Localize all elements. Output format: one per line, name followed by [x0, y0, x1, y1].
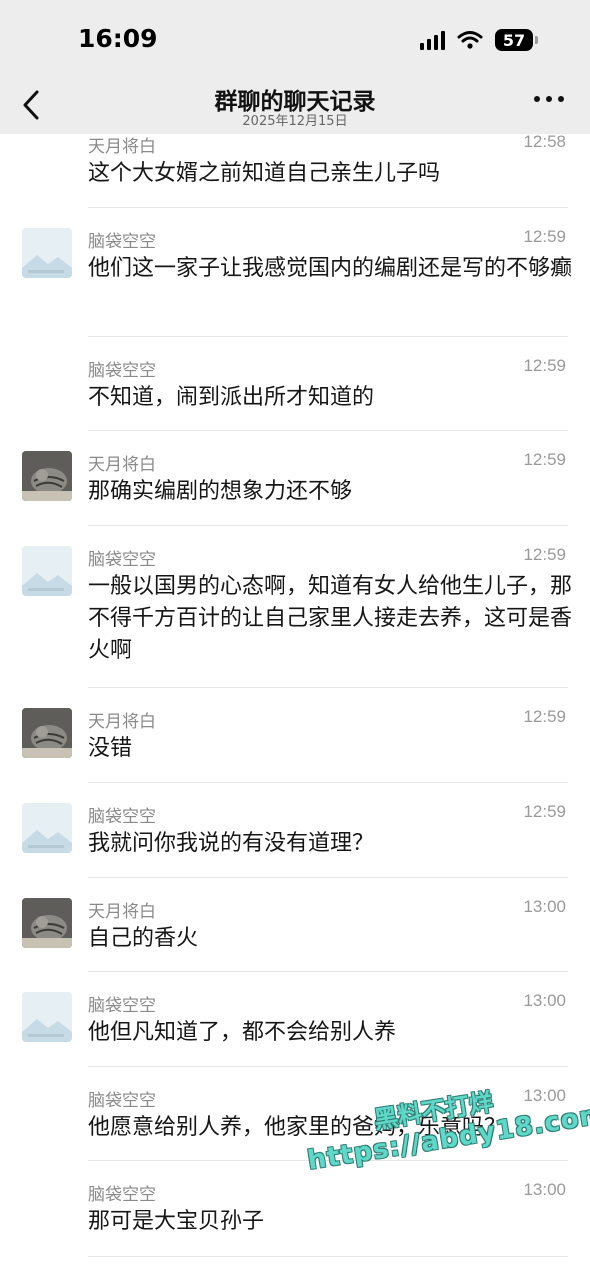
divider	[88, 1066, 568, 1067]
message-text: 我就问你我说的有没有道理？	[88, 831, 375, 856]
message-time: 13:00	[523, 991, 566, 1010]
navigation-bar: 群聊的聊天记录 2025年12月15日	[0, 72, 590, 134]
sender-name: 天月将白	[88, 712, 156, 732]
chat-history-list[interactable]: 天月将白 12:58 这个大女婿之前知道自己亲生儿子吗 脑袋空空 12:59 他…	[0, 0, 590, 1280]
divider	[88, 525, 568, 526]
message-time: 12:59	[523, 545, 566, 564]
divider	[88, 782, 568, 783]
message-time: 12:58	[523, 132, 566, 151]
wifi-icon	[457, 30, 483, 50]
more-options-icon[interactable]	[534, 96, 564, 102]
message-text: 那确实编剧的想象力还不够	[88, 479, 353, 504]
message-text: 他但凡知道了，都不会给别人养	[88, 1020, 397, 1045]
sender-name: 脑袋空空	[88, 1091, 156, 1111]
message-text: 没错	[88, 736, 133, 761]
message-time: 13:00	[523, 1086, 566, 1105]
sender-name: 脑袋空空	[88, 1185, 156, 1205]
avatar-placeholder-icon[interactable]	[22, 546, 72, 596]
avatar-placeholder-icon[interactable]	[22, 992, 72, 1042]
cat-avatar-icon[interactable]	[22, 451, 72, 501]
status-time: 16:09	[78, 24, 158, 53]
sender-name: 脑袋空空	[88, 996, 156, 1016]
divider	[88, 687, 568, 688]
message-time: 12:59	[523, 707, 566, 726]
divider	[88, 971, 568, 972]
sender-name: 天月将白	[88, 902, 156, 922]
avatar-placeholder-icon[interactable]	[22, 803, 72, 853]
avatar-placeholder-icon[interactable]	[22, 228, 72, 278]
page-subtitle-date: 2025年12月15日	[242, 114, 348, 129]
message-text: 他愿意给别人养，他家里的爸妈，乐意吗？	[88, 1115, 507, 1140]
divider	[88, 207, 568, 208]
cat-avatar-icon[interactable]	[22, 708, 72, 758]
sender-name: 脑袋空空	[88, 550, 156, 570]
message-text: 一般以国男的心态啊，知道有女人给他生儿子，那不得千方百计的让自己家里人接走去养，…	[88, 574, 573, 663]
message-time: 12:59	[523, 450, 566, 469]
status-bar: 16:09 57	[0, 0, 590, 72]
divider	[88, 430, 568, 431]
sender-name: 天月将白	[88, 455, 156, 475]
status-icons: 57	[420, 26, 538, 54]
sender-name: 脑袋空空	[88, 361, 156, 381]
sender-name: 脑袋空空	[88, 232, 156, 252]
message-text: 那可是大宝贝孙子	[88, 1209, 265, 1234]
message-time: 12:59	[523, 802, 566, 821]
message-text: 不知道，闹到派出所才知道的	[88, 385, 375, 410]
header-area: 16:09 57 群聊的聊天记录 2025年12月15日	[0, 0, 590, 134]
battery-icon: 57	[495, 29, 538, 51]
divider	[88, 1160, 568, 1161]
divider	[88, 336, 568, 337]
message-time: 12:59	[523, 356, 566, 375]
message-text: 这个大女婿之前知道自己亲生儿子吗	[88, 161, 441, 186]
sender-name: 脑袋空空	[88, 807, 156, 827]
message-text: 自己的香火	[88, 926, 199, 951]
divider	[88, 1256, 568, 1257]
battery-level: 57	[495, 29, 533, 51]
cellular-signal-icon	[420, 30, 445, 50]
message-text: 他们这一家子让我感觉国内的编剧还是写的不够癫	[88, 256, 573, 281]
message-time: 12:59	[523, 227, 566, 246]
divider	[88, 877, 568, 878]
message-time: 13:00	[523, 897, 566, 916]
sender-name: 天月将白	[88, 137, 156, 157]
cat-avatar-icon[interactable]	[22, 898, 72, 948]
message-time: 13:00	[523, 1180, 566, 1199]
